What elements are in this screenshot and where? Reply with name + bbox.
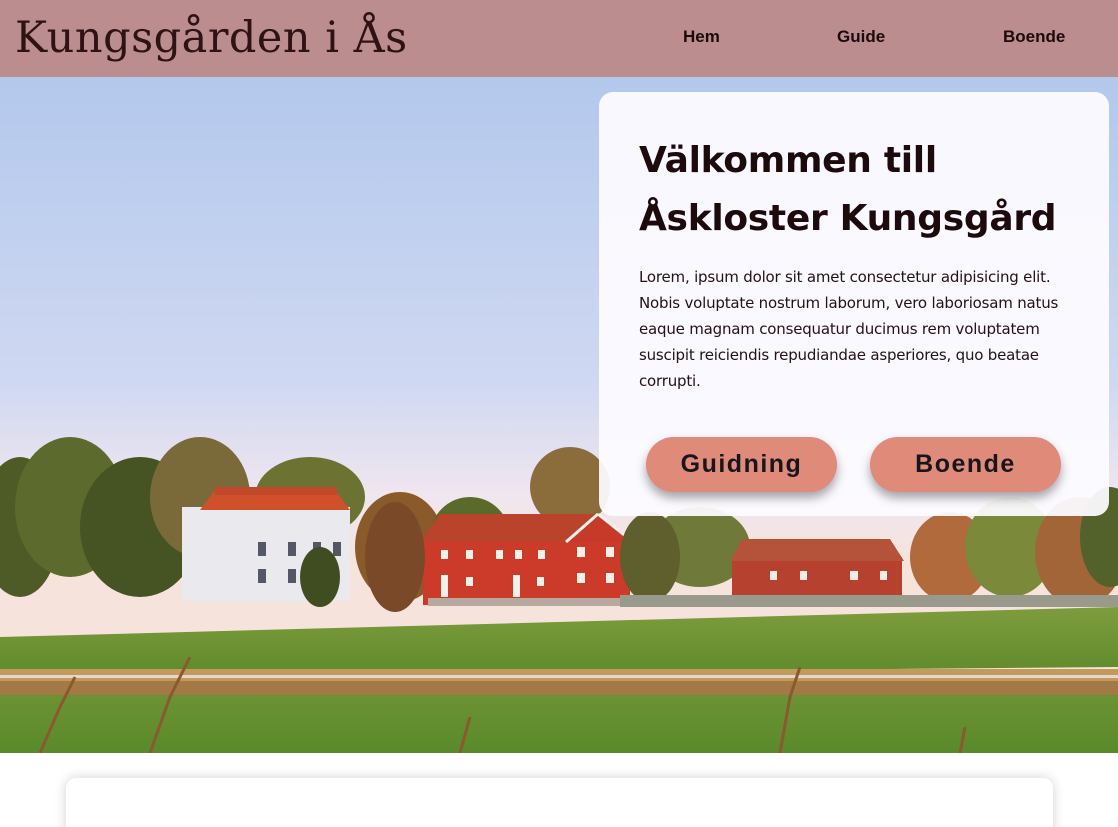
guiding-button[interactable]: Guidning (646, 437, 837, 492)
welcome-card: Välkommen till Åskloster Kungsgård Lorem… (599, 92, 1109, 516)
nav-link-stay[interactable]: Boende (1003, 27, 1065, 47)
site-logo-text[interactable]: Kungsgården i Ås (15, 10, 408, 66)
stay-button[interactable]: Boende (870, 437, 1061, 492)
welcome-paragraph: Lorem, ipsum dolor sit amet consectetur … (639, 268, 1059, 390)
nav-link-guide[interactable]: Guide (837, 27, 885, 47)
content-card (66, 778, 1053, 827)
welcome-heading: Välkommen till Åskloster Kungsgård (639, 140, 1057, 239)
nav-link-home[interactable]: Hem (683, 27, 720, 47)
top-navbar: Kungsgården i Ås Hem Guide Boende (0, 0, 1118, 77)
